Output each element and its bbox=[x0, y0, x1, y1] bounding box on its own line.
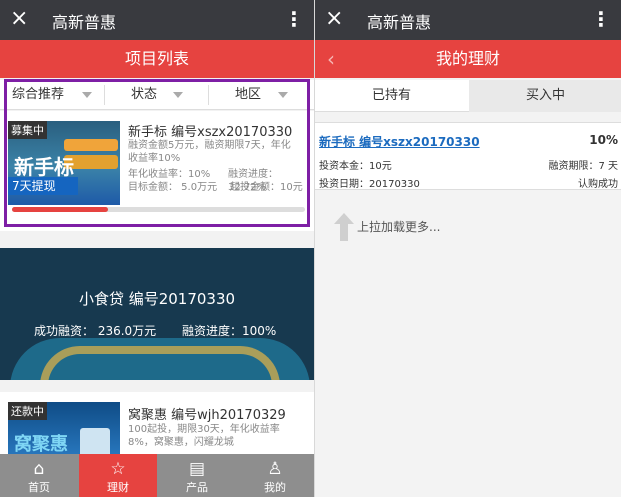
back-icon[interactable]: ‹ bbox=[327, 40, 335, 78]
project-thumbnail: 还款中 窝聚惠 bbox=[8, 402, 120, 462]
bottom-tab-bar: ⌂ 首页 ☆ 理财 ▤ 产品 ♙ 我的 bbox=[0, 454, 314, 497]
tab-mine[interactable]: ♙ 我的 bbox=[236, 454, 314, 497]
principal-label: 投资本金：10元 bbox=[319, 161, 392, 172]
project-banner-xiaoshidai[interactable]: 小食贷 编号20170330 成功融资： 236.0万元 融资进度：100% bbox=[0, 248, 314, 380]
tab-label: 理财 bbox=[107, 481, 129, 494]
close-icon[interactable]: × bbox=[10, 6, 28, 32]
tab-products[interactable]: ▤ 产品 bbox=[158, 454, 236, 497]
invest-date-label: 投资日期：20170330 bbox=[319, 179, 420, 190]
page-title: 我的理财 bbox=[435, 49, 500, 68]
app-title: 高新普惠 bbox=[52, 13, 117, 32]
status-badge: 还款中 bbox=[8, 402, 47, 420]
project-desc-2: 8%，窝聚惠，闪耀龙城 bbox=[128, 437, 234, 448]
home-icon: ⌂ bbox=[33, 459, 45, 479]
project-title: 窝聚惠 编号wjh20170329 bbox=[128, 408, 286, 423]
tab-holding[interactable]: 已持有 bbox=[315, 80, 468, 112]
page-title: 项目列表 bbox=[0, 40, 314, 78]
tab-finance[interactable]: ☆ 理财 bbox=[79, 454, 157, 497]
holding-tabs: 已持有 买入中 bbox=[315, 80, 621, 112]
investment-rate: 10% bbox=[589, 133, 618, 147]
project-desc: 100起投，期限30天，年化收益率 bbox=[128, 424, 280, 435]
term-label: 融资期限：7 天 bbox=[548, 161, 618, 172]
my-finance-screen: × 高新普惠 ⋮ ‹ 我的理财 已持有 买入中 新手标 编号xszx201703… bbox=[314, 0, 621, 497]
app-titlebar: × 高新普惠 ⋮ bbox=[0, 0, 314, 40]
more-icon[interactable]: ⋮ bbox=[591, 6, 611, 32]
arrow-up-icon bbox=[334, 213, 354, 241]
tab-label: 首页 bbox=[28, 481, 50, 494]
more-icon[interactable]: ⋮ bbox=[284, 6, 304, 32]
star-icon: ☆ bbox=[110, 459, 126, 479]
app-titlebar: × 高新普惠 ⋮ bbox=[315, 0, 621, 40]
banner-decoration bbox=[40, 346, 280, 380]
selection-highlight bbox=[4, 79, 310, 227]
tab-home[interactable]: ⌂ 首页 bbox=[0, 454, 78, 497]
document-icon: ▤ bbox=[188, 459, 206, 479]
banner-title: 小食贷 编号20170330 bbox=[78, 290, 236, 308]
investment-name-link[interactable]: 新手标 编号xszx20170330 bbox=[319, 133, 480, 150]
thumbnail-caption: 窝聚惠 bbox=[14, 434, 68, 455]
investment-item[interactable]: 新手标 编号xszx20170330 10% 投资本金：10元 融资期限：7 天… bbox=[315, 122, 621, 190]
banner-success: 成功融资： 236.0万元 bbox=[34, 324, 157, 338]
page-header: ‹ 我的理财 bbox=[315, 40, 621, 78]
project-card-wojuhui[interactable]: 还款中 窝聚惠 窝聚惠 编号wjh20170329 100起投，期限30天，年化… bbox=[0, 392, 314, 462]
app-title: 高新普惠 bbox=[367, 13, 432, 32]
tab-label: 我的 bbox=[264, 481, 286, 494]
close-icon[interactable]: × bbox=[325, 6, 343, 32]
project-list-screen: × 高新普惠 ⋮ 项目列表 综合推荐 状态 地区 募集中 新手标 7天提现 新手… bbox=[0, 0, 314, 497]
load-more[interactable]: 上拉加载更多... bbox=[333, 212, 533, 242]
tab-label: 产品 bbox=[186, 481, 208, 494]
load-more-text: 上拉加载更多... bbox=[357, 220, 441, 234]
status-label: 认购成功 bbox=[578, 179, 618, 190]
tab-buying[interactable]: 买入中 bbox=[469, 80, 621, 112]
user-icon: ♙ bbox=[267, 459, 283, 479]
banner-progress: 融资进度：100% bbox=[182, 324, 277, 338]
